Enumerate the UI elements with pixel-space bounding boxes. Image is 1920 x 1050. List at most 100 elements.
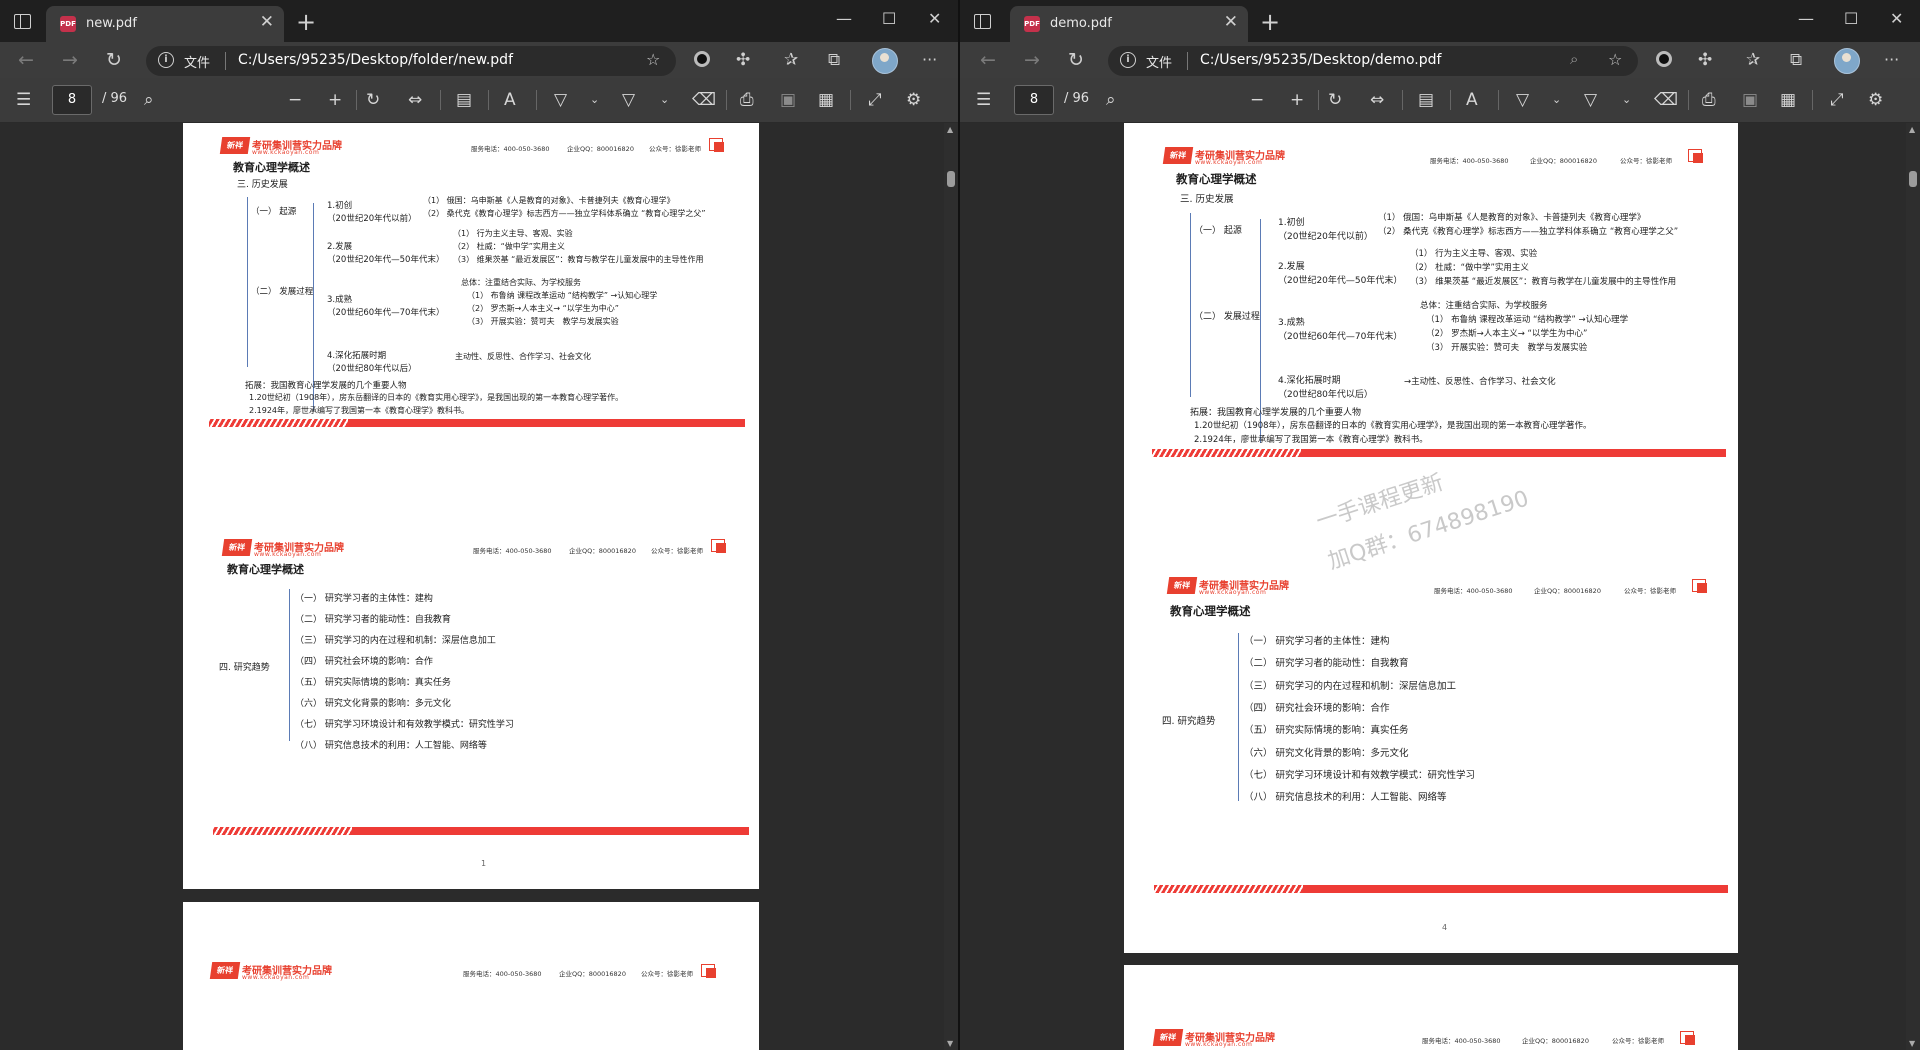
tab-close-icon[interactable]: ✕ [1224, 12, 1238, 32]
draw-options-chevron-icon[interactable]: ⌄ [1552, 89, 1561, 111]
trend-item: （六） 研究文化背景的影响：多元文化 [295, 699, 451, 709]
draw-icon[interactable]: ▽ [1516, 89, 1529, 111]
scrollbar-thumb[interactable] [947, 171, 955, 187]
erase-icon[interactable]: ⌫ [692, 89, 716, 111]
trend-item: （八） 研究信息技术的利用：人工智能、网络等 [1244, 792, 1447, 803]
stage-period: （20世纪60年代—70年代末） [327, 308, 445, 318]
erase-icon[interactable]: ⌫ [1654, 89, 1678, 111]
rotate-icon[interactable]: ↻ [366, 89, 380, 111]
pdf-viewer[interactable]: 新祥 考研集训营实力品牌 www.kckaoyan.com 服务电话：400-0… [960, 123, 1920, 1050]
page-view-icon[interactable]: ▤ [456, 89, 472, 111]
extensions-puzzle-icon[interactable]: ✣ [736, 48, 750, 72]
trend-item: （七） 研究学习环境设计和有效教学模式：研究性学习 [1244, 770, 1476, 781]
search-icon[interactable]: ⌕ [1106, 89, 1116, 111]
refresh-icon[interactable]: ↻ [1068, 48, 1084, 72]
zoom-in-icon[interactable]: + [1290, 89, 1304, 111]
address-bar[interactable]: i 文件 C:/Users/95235/Desktop/folder/new.p… [146, 46, 676, 76]
highlight-icon[interactable]: ▽ [622, 89, 635, 111]
highlight-options-chevron-icon[interactable]: ⌄ [1622, 89, 1631, 111]
close-window-icon[interactable]: ✕ [1890, 8, 1903, 30]
contents-icon[interactable]: ☰ [16, 89, 31, 111]
favorites-icon[interactable]: ✰ [784, 48, 798, 72]
browser-tab[interactable]: PDF demo.pdf ✕ [1010, 6, 1248, 42]
page-number-input[interactable]: 8 [52, 85, 92, 115]
more-menu-icon[interactable]: ··· [1884, 48, 1899, 72]
pdf-viewer[interactable]: 新祥 考研集训营实力品牌 www.kckaoyan.com 服务电话：400-0… [0, 123, 958, 1050]
favorites-icon[interactable]: ✰ [1746, 48, 1760, 72]
tab-actions-icon[interactable] [12, 11, 34, 31]
address-url[interactable]: C:/Users/95235/Desktop/folder/new.pdf [238, 52, 513, 68]
qq-text: 企业QQ：800016820 [1530, 157, 1597, 165]
read-aloud-icon[interactable]: A [1466, 89, 1478, 111]
trend-item: （四） 研究社会环境的影响：合作 [1244, 703, 1390, 714]
scrollbar-thumb[interactable] [1909, 171, 1917, 187]
fullscreen-icon[interactable]: ⤢ [868, 89, 882, 111]
settings-gear-icon[interactable]: ⚙ [1868, 89, 1883, 111]
back-icon[interactable]: ← [18, 48, 34, 72]
more-menu-icon[interactable]: ··· [922, 48, 937, 72]
maximize-icon[interactable]: ☐ [1844, 8, 1858, 30]
collections-icon[interactable]: ⧉ [1790, 48, 1802, 72]
header-mark [1688, 149, 1703, 163]
draw-icon[interactable]: ▽ [554, 89, 567, 111]
refresh-icon[interactable]: ↻ [106, 48, 122, 72]
collections-icon[interactable]: ⧉ [828, 48, 840, 72]
vertical-scrollbar[interactable]: ▲ ▼ [944, 123, 958, 1050]
forward-icon[interactable]: → [62, 48, 78, 72]
address-bar[interactable]: i 文件 C:/Users/95235/Desktop/demo.pdf ⌕ ☆ [1108, 46, 1638, 76]
rotate-icon[interactable]: ↻ [1328, 89, 1342, 111]
fullscreen-icon[interactable]: ⤢ [1830, 89, 1844, 111]
add-favorite-icon[interactable]: ☆ [1608, 50, 1622, 69]
new-tab-icon[interactable]: + [296, 8, 316, 36]
browser-tab[interactable]: PDF new.pdf ✕ [46, 6, 284, 42]
hotline-text: 服务电话：400-050-3680 [1430, 157, 1509, 165]
search-icon[interactable]: ⌕ [144, 89, 154, 111]
scroll-up-icon[interactable]: ▲ [1909, 125, 1915, 134]
minimize-icon[interactable]: — [1798, 8, 1814, 30]
tab-close-icon[interactable]: ✕ [260, 12, 274, 32]
stage-title: 4.深化拓展时期 [327, 351, 387, 361]
profile-avatar[interactable] [1834, 48, 1860, 74]
zoom-out-icon[interactable]: − [288, 89, 302, 111]
read-aloud-icon[interactable]: A [504, 89, 516, 111]
new-tab-icon[interactable]: + [1260, 8, 1280, 36]
highlight-icon[interactable]: ▽ [1584, 89, 1597, 111]
settings-gear-icon[interactable]: ⚙ [906, 89, 921, 111]
save-icon[interactable]: ▣ [780, 89, 796, 111]
scroll-down-icon[interactable]: ▼ [947, 1039, 953, 1048]
fit-width-icon[interactable]: ⇔ [1370, 89, 1384, 111]
save-icon[interactable]: ▣ [1742, 89, 1758, 111]
contents-icon[interactable]: ☰ [976, 89, 991, 111]
address-url[interactable]: C:/Users/95235/Desktop/demo.pdf [1200, 52, 1441, 68]
zoom-icon[interactable]: ⌕ [1570, 50, 1578, 68]
fit-width-icon[interactable]: ⇔ [408, 89, 422, 111]
draw-options-chevron-icon[interactable]: ⌄ [590, 89, 599, 111]
save-as-icon[interactable]: ▦ [1780, 89, 1796, 111]
add-favorite-icon[interactable]: ☆ [646, 50, 660, 69]
back-icon[interactable]: ← [980, 48, 996, 72]
vertical-scrollbar[interactable]: ▲ ▼ [1906, 123, 1920, 1050]
extension-icon[interactable] [694, 51, 710, 67]
scroll-up-icon[interactable]: ▲ [947, 125, 953, 134]
save-as-icon[interactable]: ▦ [818, 89, 834, 111]
print-icon[interactable]: ⎙ [740, 89, 754, 111]
tab-actions-icon[interactable] [972, 11, 994, 31]
page-view-icon[interactable]: ▤ [1418, 89, 1434, 111]
minimize-icon[interactable]: — [836, 8, 852, 30]
forward-icon[interactable]: → [1024, 48, 1040, 72]
info-icon[interactable]: i [158, 52, 174, 68]
zoom-out-icon[interactable]: − [1250, 89, 1264, 111]
zoom-in-icon[interactable]: + [328, 89, 342, 111]
print-icon[interactable]: ⎙ [1702, 89, 1716, 111]
highlight-options-chevron-icon[interactable]: ⌄ [660, 89, 669, 111]
extension-icon[interactable] [1656, 51, 1672, 67]
toolbar-separator [1402, 90, 1403, 110]
page-number-input[interactable]: 8 [1014, 85, 1054, 115]
maximize-icon[interactable]: ☐ [882, 8, 896, 30]
info-icon[interactable]: i [1120, 52, 1136, 68]
scroll-down-icon[interactable]: ▼ [1909, 1039, 1915, 1048]
pdf-page: 新祥 考研集训营实力品牌 www.kckaoyan.com 服务电话：400-0… [1124, 965, 1738, 1050]
extensions-puzzle-icon[interactable]: ✣ [1698, 48, 1712, 72]
profile-avatar[interactable] [872, 48, 898, 74]
close-window-icon[interactable]: ✕ [928, 8, 941, 30]
